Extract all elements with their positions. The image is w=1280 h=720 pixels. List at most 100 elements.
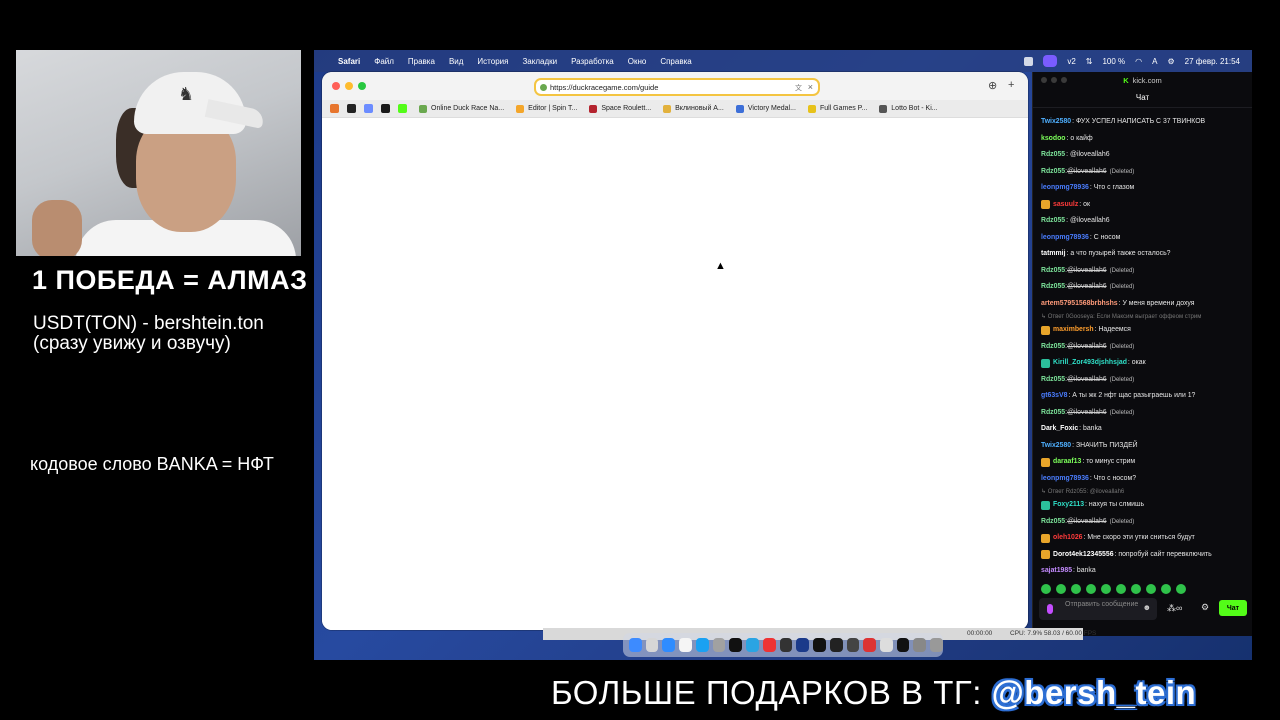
chat-message[interactable]: oleh1026: Мне скоро эти утки сниться буд… bbox=[1041, 530, 1245, 547]
clear-url-icon[interactable]: × bbox=[808, 82, 813, 92]
chat-message[interactable]: Rdz055: @iloveallah6 (Deleted) bbox=[1041, 164, 1245, 181]
zoom-window-icon[interactable] bbox=[1061, 77, 1067, 83]
emoji-icon[interactable]: ☻ bbox=[1143, 604, 1151, 612]
dock-app-icon[interactable] bbox=[813, 638, 826, 652]
dock-app-icon[interactable] bbox=[880, 638, 893, 652]
bookmark-icon[interactable] bbox=[347, 104, 356, 113]
chat-message[interactable]: leonpmg78936: С носом bbox=[1041, 230, 1245, 247]
transfer-icon[interactable]: ⇅ bbox=[1086, 57, 1093, 66]
bookmark-icon[interactable] bbox=[364, 104, 373, 113]
minimize-window-icon[interactable] bbox=[345, 82, 353, 90]
close-window-icon[interactable] bbox=[1041, 77, 1047, 83]
chat-message[interactable]: leonpmg78936: Что с носом? bbox=[1041, 471, 1245, 488]
browser-tab[interactable]: Space Roulett... bbox=[589, 104, 651, 113]
new-tab-icon[interactable]: + bbox=[1008, 79, 1014, 91]
dock-app-icon[interactable] bbox=[662, 638, 676, 652]
chat-username[interactable]: Kirill_Zor493djshhsjad bbox=[1053, 359, 1127, 367]
chat-username[interactable]: gt63sV8 bbox=[1041, 392, 1067, 400]
chat-message[interactable]: Twix2580: ЗНАЧИТЬ ПИЗДЕЙ bbox=[1041, 438, 1245, 455]
chat-username[interactable]: tatmmij bbox=[1041, 250, 1066, 258]
chat-message[interactable]: artem57951568brbhshs: У меня времени дох… bbox=[1041, 296, 1245, 313]
status-icon[interactable] bbox=[1024, 56, 1034, 66]
dock-app-icon[interactable] bbox=[746, 638, 759, 652]
chat-username[interactable]: Rdz055 bbox=[1041, 168, 1065, 176]
chat-username[interactable]: Rdz055 bbox=[1041, 283, 1065, 291]
address-url[interactable]: https://duckracegame.com/guide bbox=[550, 83, 658, 92]
chat-message[interactable]: Rdz055: @iloveallah6 (Deleted) bbox=[1041, 372, 1245, 389]
browser-tab[interactable]: Victory Medal... bbox=[735, 104, 796, 113]
dock-app-icon[interactable] bbox=[930, 638, 943, 652]
chat-username[interactable]: Rdz055 bbox=[1041, 151, 1065, 159]
chat-message[interactable]: Kirill_Zor493djshhsjad: окак bbox=[1041, 355, 1245, 372]
chat-username[interactable]: Twix2580 bbox=[1041, 442, 1071, 450]
chat-message[interactable]: sasuulz: ок bbox=[1041, 197, 1245, 214]
close-window-icon[interactable] bbox=[332, 82, 340, 90]
page-content[interactable]: ▲ bbox=[322, 118, 1028, 630]
chat-message[interactable]: Rdz055: @iloveallah6 bbox=[1041, 213, 1245, 230]
chat-message[interactable]: ksodoo: о кайф bbox=[1041, 131, 1245, 148]
emote-icon[interactable] bbox=[1146, 584, 1156, 594]
chat-message[interactable]: Rdz055: @iloveallah6 (Deleted) bbox=[1041, 263, 1245, 280]
chat-username[interactable]: Rdz055 bbox=[1041, 267, 1065, 275]
chat-username[interactable]: Rdz055 bbox=[1041, 217, 1065, 225]
dock-app-icon[interactable] bbox=[629, 638, 642, 652]
battery-label[interactable]: 100 % bbox=[1102, 57, 1125, 66]
browser-tab[interactable]: Вклиновый А... bbox=[663, 104, 724, 113]
browser-tab[interactable]: Lotto Bot - Ki... bbox=[879, 104, 938, 113]
menubar-app-name[interactable]: Safari bbox=[338, 57, 360, 66]
emote-icon[interactable] bbox=[1176, 584, 1186, 594]
bookmark-icon[interactable] bbox=[330, 104, 339, 113]
chat-username[interactable]: daraaf13 bbox=[1053, 458, 1081, 466]
emote-icon[interactable] bbox=[1041, 584, 1051, 594]
menu-history[interactable]: История bbox=[477, 57, 508, 66]
menu-bookmarks[interactable]: Закладки bbox=[522, 57, 557, 66]
dock-app-icon[interactable] bbox=[695, 638, 709, 652]
chat-message[interactable]: leonpmg78936: Что с глазом bbox=[1041, 180, 1245, 197]
chat-username[interactable]: ksodoo bbox=[1041, 135, 1066, 143]
dock-app-icon[interactable] bbox=[896, 638, 910, 652]
chat-message[interactable]: maximbersh: Надеемся bbox=[1041, 322, 1245, 339]
emote-icon[interactable] bbox=[1101, 584, 1111, 594]
dock-app-icon[interactable] bbox=[645, 638, 659, 652]
menu-file[interactable]: Файл bbox=[374, 57, 394, 66]
chat-username[interactable]: Rdz055 bbox=[1041, 343, 1065, 351]
dock-app-icon[interactable] bbox=[729, 638, 743, 652]
chat-message[interactable]: daraaf13: то минус стрим bbox=[1041, 454, 1245, 471]
dock-app-icon[interactable] bbox=[863, 638, 877, 652]
menu-window[interactable]: Окно bbox=[628, 57, 647, 66]
chat-username[interactable]: leonpmg78936 bbox=[1041, 475, 1089, 483]
chat-username[interactable]: sajat1985 bbox=[1041, 567, 1072, 574]
chat-input[interactable]: Отправить сообщение ☻ bbox=[1039, 598, 1157, 620]
zoom-window-icon[interactable] bbox=[358, 82, 366, 90]
emote-icon[interactable] bbox=[1086, 584, 1096, 594]
chat-username[interactable]: Dark_Foxic bbox=[1041, 425, 1078, 433]
input-source-icon[interactable]: A bbox=[1152, 57, 1157, 66]
chat-message[interactable]: sajat1985: banka bbox=[1041, 563, 1245, 574]
emote-icon[interactable] bbox=[1161, 584, 1171, 594]
browser-tab[interactable]: Editor | Spin T... bbox=[516, 104, 577, 113]
emote-icon[interactable] bbox=[1131, 584, 1141, 594]
chat-username[interactable]: leonpmg78936 bbox=[1041, 234, 1089, 242]
screen-record-icon[interactable] bbox=[1043, 55, 1058, 67]
emote-icon[interactable] bbox=[1071, 584, 1081, 594]
chat-username[interactable]: Twix2580 bbox=[1041, 118, 1071, 126]
chat-message[interactable]: gt63sV8: А ты жк 2 нфт щас разыграешь ил… bbox=[1041, 388, 1245, 405]
chat-username[interactable]: maximbersh bbox=[1053, 326, 1094, 334]
menu-edit[interactable]: Правка bbox=[408, 57, 435, 66]
v2-label[interactable]: v2 bbox=[1067, 57, 1075, 66]
menu-help[interactable]: Справка bbox=[660, 57, 691, 66]
menu-develop[interactable]: Разработка bbox=[571, 57, 614, 66]
dock-app-icon[interactable] bbox=[679, 638, 692, 652]
chat-username[interactable]: leonpmg78936 bbox=[1041, 184, 1089, 192]
chat-options-icon[interactable]: ⁂∞ bbox=[1167, 603, 1182, 614]
gear-icon[interactable]: ⚙ bbox=[1201, 602, 1209, 613]
downloads-icon[interactable]: ⊕ bbox=[988, 79, 997, 92]
send-chat-button[interactable]: Чат bbox=[1219, 600, 1247, 616]
chat-username[interactable]: artem57951568brbhshs bbox=[1041, 300, 1118, 308]
bookmark-icon[interactable] bbox=[398, 104, 407, 113]
chat-message[interactable]: Rdz055: @iloveallah6 (Deleted) bbox=[1041, 514, 1245, 531]
chat-username[interactable]: oleh1026 bbox=[1053, 534, 1083, 542]
chat-message[interactable]: tatmmij: а что пузырей также осталось? bbox=[1041, 246, 1245, 263]
menubar-datetime[interactable]: 27 февр. 21:54 bbox=[1185, 57, 1240, 66]
dock-app-icon[interactable] bbox=[913, 638, 927, 652]
